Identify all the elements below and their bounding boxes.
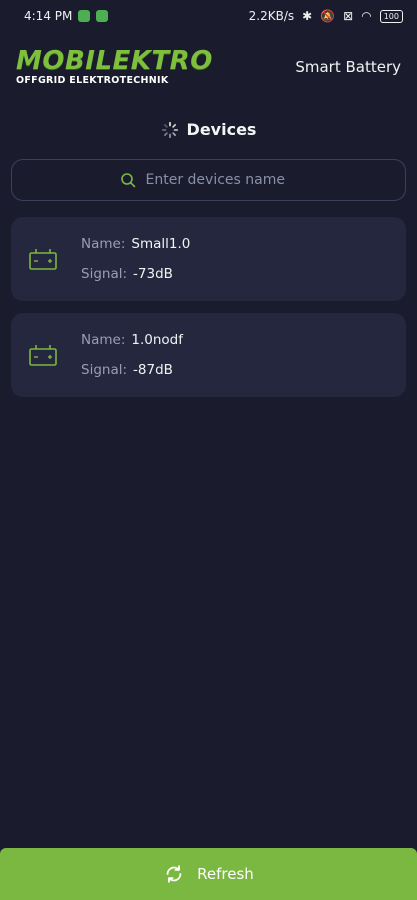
- sim-icon: ⊠: [343, 9, 354, 23]
- loading-spinner-icon: [161, 121, 178, 138]
- signal-label: Signal:: [81, 362, 128, 378]
- device-signal: -87dB: [133, 362, 173, 378]
- name-label: Name:: [81, 236, 126, 252]
- device-name: Small1.0: [131, 236, 191, 252]
- network-speed: 2.2KB/s: [248, 9, 295, 23]
- image-notification-icon: [96, 10, 109, 22]
- logo: MOBILEKTRO OFFGRID ELEKTROTECHNIK: [16, 48, 213, 86]
- battery-icon: [29, 345, 57, 366]
- name-label: Name:: [81, 332, 126, 348]
- mute-icon: 🔕: [320, 9, 336, 23]
- status-right: 2.2KB/s ✱ 🔕 ⊠ ◠ 100: [249, 9, 403, 23]
- refresh-button[interactable]: Refresh: [0, 848, 417, 900]
- header-title: Smart Battery: [295, 58, 401, 76]
- refresh-label: Refresh: [197, 865, 254, 883]
- search-box[interactable]: [11, 159, 406, 201]
- status-bar: 4:14 PM 2.2KB/s ✱ 🔕 ⊠ ◠ 100: [0, 0, 417, 32]
- status-time: 4:14 PM: [24, 9, 73, 23]
- device-list: Name: Small1.0 Signal: -73dB Name: 1.0no…: [11, 217, 406, 397]
- device-signal-row: Signal: -73dB: [81, 266, 190, 282]
- wifi-icon: ◠: [361, 9, 372, 23]
- logo-sub: OFFGRID ELEKTROTECHNIK: [16, 75, 169, 87]
- notification-icon: [78, 10, 91, 22]
- bluetooth-icon: ✱: [302, 9, 313, 23]
- battery-indicator: 100: [379, 9, 403, 23]
- logo-main: MOBILEKTRO: [16, 46, 213, 77]
- section-heading: Devices: [0, 120, 417, 139]
- refresh-icon: [166, 865, 182, 883]
- section-title: Devices: [186, 120, 257, 139]
- device-card[interactable]: Name: Small1.0 Signal: -73dB: [11, 217, 406, 301]
- device-info: Name: Small1.0 Signal: -73dB: [81, 236, 190, 282]
- device-name: 1.0nodf: [131, 332, 183, 348]
- device-info: Name: 1.0nodf Signal: -87dB: [81, 332, 183, 378]
- device-signal-row: Signal: -87dB: [81, 362, 183, 378]
- device-card[interactable]: Name: 1.0nodf Signal: -87dB: [11, 313, 406, 397]
- app-header: MOBILEKTRO OFFGRID ELEKTROTECHNIK Smart …: [0, 32, 417, 102]
- battery-icon: [29, 249, 57, 270]
- search-icon: [120, 173, 135, 188]
- device-name-row: Name: Small1.0: [81, 236, 190, 252]
- signal-label: Signal:: [81, 266, 128, 282]
- device-name-row: Name: 1.0nodf: [81, 332, 183, 348]
- status-left: 4:14 PM: [24, 9, 109, 23]
- search-input[interactable]: [143, 171, 298, 189]
- device-signal: -73dB: [133, 266, 173, 282]
